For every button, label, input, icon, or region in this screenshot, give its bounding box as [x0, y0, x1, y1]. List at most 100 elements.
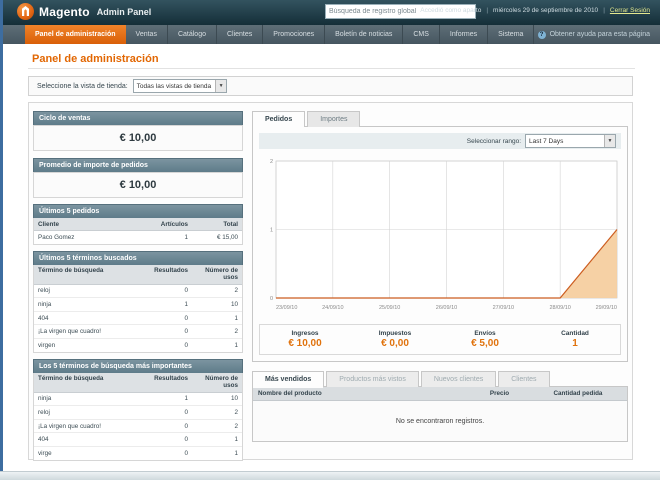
table-cell: 10: [230, 300, 238, 308]
grid-column-header: Nombre del producto: [258, 390, 322, 397]
table-cell: reloj: [38, 287, 50, 295]
nav-item-bolet-n-de-noticias[interactable]: Boletín de noticias: [325, 25, 404, 44]
stat-value: 1: [572, 338, 578, 349]
stat-value: € 5,00: [471, 338, 499, 349]
table-row[interactable]: virge 0 1: [34, 446, 242, 460]
window-bottom-bar: [0, 471, 660, 480]
table-row[interactable]: ¡La virgen que cuadro! 0 2: [34, 419, 242, 434]
store-view-label: Seleccione la vista de tienda:: [37, 82, 128, 90]
right-column: Pedidos Importes Seleccionar rango: Last …: [252, 111, 628, 442]
totals-bar: Ingresos € 10,00 Impuestos € 0,00 Envíos € 5,…: [259, 324, 621, 355]
magento-logo-icon: [17, 3, 34, 20]
stat-value: € 10,00: [288, 338, 322, 349]
column-header: Número de usos: [205, 267, 238, 282]
nav-item-cms[interactable]: CMS: [403, 25, 440, 44]
nav-item-cat-logo[interactable]: Catálogo: [168, 25, 217, 44]
chevron-down-icon: ▼: [215, 80, 227, 92]
svg-text:1: 1: [270, 228, 273, 234]
svg-text:27/09/10: 27/09/10: [493, 305, 514, 311]
table-row[interactable]: ¡La virgen que cuadro! 0 2: [34, 325, 242, 339]
column-header: Número de usos: [205, 375, 238, 390]
chevron-down-icon: ▼: [604, 135, 615, 147]
top-search-terms-table: Los 5 términos de búsqueda más important…: [33, 358, 243, 461]
table-cell: 0: [184, 287, 189, 295]
table-cell: 0: [184, 436, 189, 444]
logout-link[interactable]: Cerrar Sesión: [610, 7, 650, 14]
store-view-value: Todas las vistas de tienda: [136, 82, 212, 90]
range-select[interactable]: Last 7 Days ▼: [525, 134, 616, 148]
nav-item-ventas[interactable]: Ventas: [126, 25, 168, 44]
tab-clientes[interactable]: Clientes: [498, 371, 550, 387]
tab-importes[interactable]: Importes: [307, 111, 361, 127]
stat-label: Impuestos: [378, 330, 412, 337]
svg-text:2: 2: [270, 159, 273, 165]
table-cell: 1: [234, 314, 238, 322]
table-row[interactable]: ninja 1 10: [34, 392, 242, 407]
main-nav: Panel de administración Ventas Catálogo Cli…: [3, 25, 660, 44]
column-header: Término de búsqueda: [38, 375, 104, 383]
tab-pedidos[interactable]: Pedidos: [252, 111, 306, 128]
table-cell: ninja: [38, 395, 52, 403]
store-view-select[interactable]: Todas las vistas de tienda ▼: [132, 79, 228, 93]
left-column: Ciclo de ventas € 10,00 Promedio de impo…: [33, 111, 243, 468]
tab-nuevos-clientes[interactable]: Nuevos clientes: [420, 371, 497, 387]
table-cell: 1: [234, 436, 238, 444]
logo-text: Magento: [39, 4, 90, 19]
tab-m-s-vendidos[interactable]: Más vendidos: [252, 371, 325, 388]
grid-column-header: Precio: [489, 390, 510, 397]
table-row[interactable]: reloj 0 2: [34, 284, 242, 299]
svg-text:0: 0: [270, 296, 273, 302]
range-bar: Seleccionar rango: Last 7 Days ▼: [259, 133, 621, 149]
column-header: Término de búsqueda: [38, 267, 104, 275]
help-icon: ?: [537, 30, 546, 39]
range-label: Seleccionar rango:: [466, 137, 521, 145]
help-link[interactable]: ? Obtener ayuda para esta página: [537, 25, 650, 44]
logo-subtitle: Admin Panel: [96, 6, 152, 17]
grid-empty-message: No se encontraron registros.: [395, 417, 485, 425]
average-orders-value: € 10,00: [33, 172, 243, 198]
grid-header: Nombre del producto Precio Cantidad pedida: [253, 387, 627, 401]
bestsellers-grid: Nombre del producto Precio Cantidad pedida…: [252, 386, 628, 442]
column-header-row: Cliente Artículos Total: [34, 218, 242, 231]
table-cell: ¡La virgen que cuadro!: [38, 422, 102, 430]
nav-item-panel-de-administraci-n[interactable]: Panel de administración: [25, 25, 126, 44]
nav-item-clientes[interactable]: Clientes: [217, 25, 264, 44]
table-cell: 10: [230, 395, 238, 403]
lifetime-sales-value: € 10,00: [33, 125, 243, 151]
table-row[interactable]: ninja 1 10: [34, 298, 242, 312]
page-content: Panel de administración Seleccione la vi…: [3, 44, 660, 472]
table-row[interactable]: 404 0 1: [34, 311, 242, 326]
stat-value: € 0,00: [381, 338, 409, 349]
header-user-area: Accedió como aparto | miércoles 29 de se…: [420, 7, 650, 14]
nav-item-promociones[interactable]: Promociones: [263, 25, 326, 44]
table-cell: 1: [184, 233, 189, 241]
logo: Magento Admin Panel: [17, 3, 151, 20]
table-cell: € 15,00: [216, 233, 238, 241]
column-header: Total: [223, 220, 238, 228]
stat-impuestos: Impuestos € 0,00: [350, 330, 440, 349]
table-cell: 0: [184, 328, 189, 336]
last-orders-table: Últimos 5 pedidos Cliente Artículos Total P…: [33, 204, 243, 245]
chart-tabs: Pedidos Importes: [252, 111, 628, 128]
svg-text:28/09/10: 28/09/10: [549, 305, 570, 311]
table-row[interactable]: 404 0 1: [34, 433, 242, 447]
table-cell: reloj: [38, 408, 50, 416]
table-row[interactable]: virgen 0 1: [34, 338, 242, 352]
column-header-row: Término de búsqueda Resultados Número de u…: [34, 372, 242, 393]
table-cell: ninja: [38, 300, 52, 308]
column-header: Resultados: [154, 375, 189, 383]
table-row[interactable]: Paco Gomez 1 € 15,00: [34, 231, 242, 244]
nav-item-informes[interactable]: Informes: [440, 25, 489, 44]
average-orders-card: Promedio de importe de pedidos € 10,00: [33, 158, 243, 198]
table-cell: virgen: [38, 341, 56, 349]
nav-item-sistema[interactable]: Sistema: [488, 25, 535, 44]
nav-items: Panel de administración Ventas Catálogo Cli…: [25, 25, 535, 44]
table-cell: 0: [184, 422, 189, 430]
table-row[interactable]: reloj 0 2: [34, 406, 242, 420]
table-cell: 0: [184, 314, 189, 322]
table-cell: 0: [184, 408, 189, 416]
tab-productos-m-s-vistos[interactable]: Productos más vistos: [326, 371, 419, 387]
stat-ingresos: Ingresos € 10,00: [260, 330, 350, 349]
table-cell: 1: [234, 449, 238, 457]
column-header: Cliente: [38, 220, 59, 228]
